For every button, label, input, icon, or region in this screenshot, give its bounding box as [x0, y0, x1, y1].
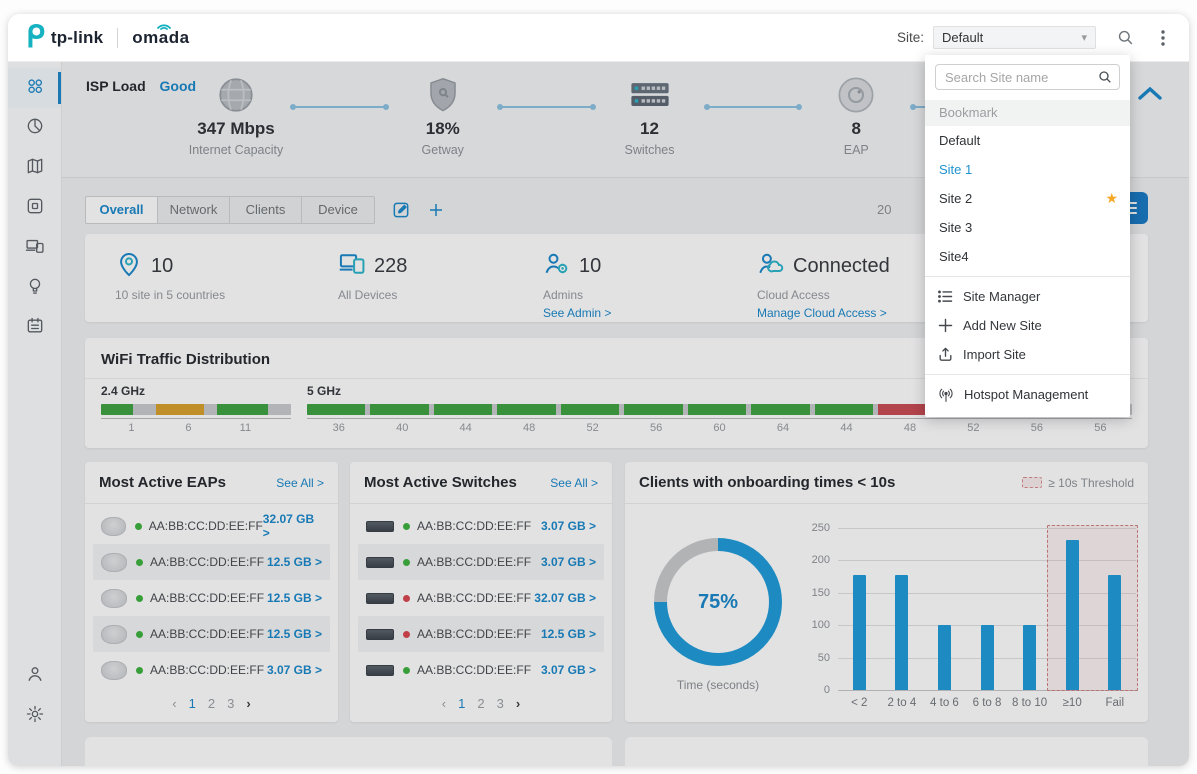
site-option-default[interactable]: Default	[925, 126, 1130, 155]
chevron-down-icon: ▾	[1081, 31, 1087, 44]
search-icon[interactable]	[1116, 28, 1135, 47]
list-icon	[937, 288, 954, 305]
app-window: ᑭ tp-link omada Site: Default ▾	[8, 14, 1189, 766]
site-option-site-1[interactable]: Site 1	[925, 155, 1130, 184]
site-select-value: Default	[942, 30, 1081, 45]
site-list: DefaultSite 1Site 2★Site 3Site4	[925, 126, 1130, 271]
brand-name: tp-link	[51, 28, 103, 48]
bookmark-section-header: Bookmark	[925, 100, 1130, 126]
import-icon	[937, 346, 954, 363]
divider	[925, 374, 1130, 375]
site-option-site4[interactable]: Site4	[925, 242, 1130, 271]
site-dropdown-panel: Bookmark DefaultSite 1Site 2★Site 3Site4…	[925, 55, 1130, 417]
logo-divider	[117, 28, 118, 48]
product-name: omada	[132, 28, 189, 48]
topbar-right: Site: Default ▾	[897, 26, 1171, 49]
star-icon[interactable]: ★	[1105, 184, 1118, 213]
site-option-site-3[interactable]: Site 3	[925, 213, 1130, 242]
search-icon	[1097, 69, 1113, 90]
menu-item-import-site[interactable]: Import Site	[925, 340, 1130, 369]
site-option-site-2[interactable]: Site 2★	[925, 184, 1130, 213]
menu-item-site-manager[interactable]: Site Manager	[925, 282, 1130, 311]
site-footer-action: Hotspot Management	[925, 380, 1130, 409]
hotspot-icon	[937, 386, 955, 404]
site-label: Site:	[897, 30, 924, 45]
omada-wifi-arc-icon	[156, 20, 172, 30]
divider	[925, 276, 1130, 277]
tp-link-logo-icon: ᑭ	[26, 23, 45, 53]
menu-item-hotspot-management[interactable]: Hotspot Management	[925, 380, 1130, 409]
menu-item-add-new-site[interactable]: Add New Site	[925, 311, 1130, 340]
plus-icon	[937, 317, 954, 334]
site-search	[935, 64, 1120, 90]
site-search-input[interactable]	[935, 64, 1120, 90]
site-select[interactable]: Default ▾	[933, 26, 1096, 49]
kebab-menu-icon[interactable]	[1155, 29, 1171, 47]
site-actions: Site ManagerAdd New SiteImport Site	[925, 282, 1130, 369]
